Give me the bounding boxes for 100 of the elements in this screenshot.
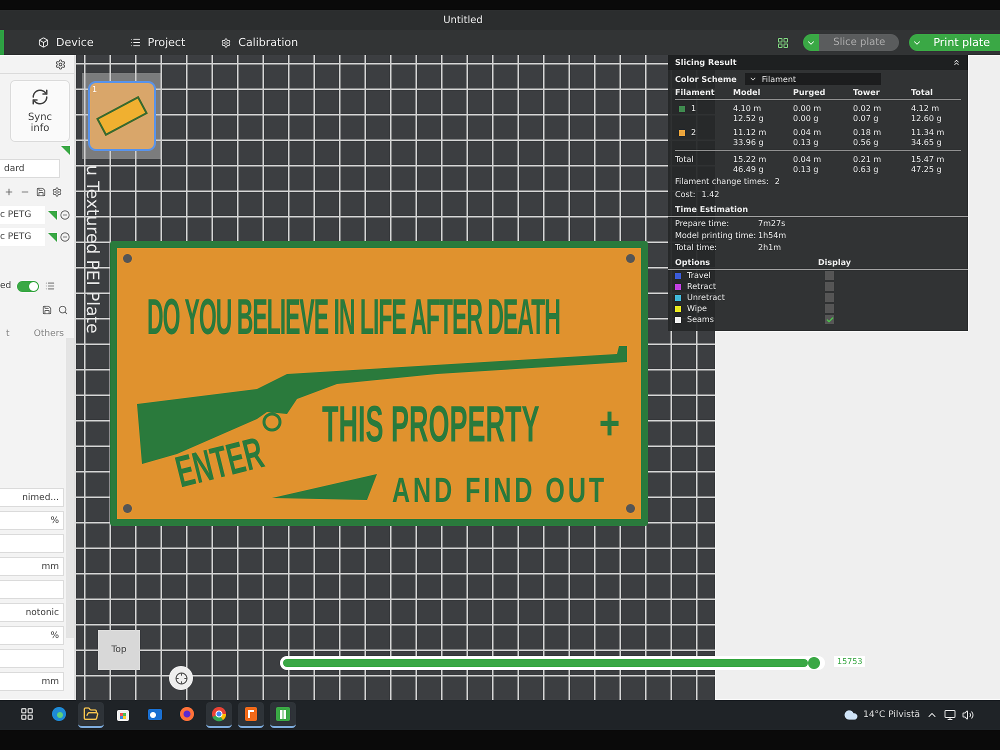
- display-checkbox[interactable]: [825, 304, 834, 313]
- time-value: 1h54m: [758, 231, 788, 240]
- table-cell-text: 0.02 m 0.07 g: [853, 103, 882, 124]
- corner-marker: [48, 232, 57, 242]
- sign-text: ENTER: [170, 426, 269, 500]
- screw-hole: [123, 504, 132, 513]
- option-label: Unretract: [687, 293, 725, 302]
- time-label: Total time:: [675, 243, 718, 252]
- gear-icon: [221, 38, 232, 48]
- browser-icon[interactable]: [179, 706, 195, 722]
- weather-text: 14°C Pilvistä: [863, 710, 920, 720]
- option-label: Wipe: [687, 304, 707, 313]
- cloud-icon: [844, 708, 858, 722]
- time-label: Prepare time:: [675, 219, 730, 228]
- browser-icon[interactable]: [51, 706, 67, 722]
- screw-hole: [626, 504, 635, 513]
- menu-tab[interactable]: Calibration: [203, 30, 316, 55]
- table-cell: 15.22 m 46.49 g: [733, 150, 793, 175]
- dropdown-button[interactable]: [803, 34, 820, 51]
- table-cell-text: 11.12 m 33.96 g: [733, 127, 768, 148]
- collapse-icon[interactable]: [952, 58, 961, 67]
- select-field[interactable]: notonic: [0, 603, 64, 622]
- menu-tab[interactable]: Device: [20, 30, 112, 55]
- mail-icon[interactable]: [147, 706, 163, 722]
- option-label: Travel: [687, 271, 711, 280]
- input-field[interactable]: [0, 649, 64, 668]
- folder-icon[interactable]: [83, 706, 99, 722]
- column-header: Display: [818, 258, 852, 267]
- display-checkbox[interactable]: [825, 293, 834, 302]
- remove-icon[interactable]: [60, 232, 70, 242]
- crosshair-icon: [174, 672, 188, 684]
- input-field[interactable]: [0, 534, 64, 553]
- layout-icon[interactable]: [777, 36, 790, 48]
- slider-thumb[interactable]: [808, 657, 820, 669]
- table-cell-text: 11.34 m 34.65 g: [911, 127, 946, 148]
- option-label: Seams: [687, 315, 714, 324]
- slicer-app-icon[interactable]: [275, 706, 291, 722]
- table-cell-text: 4.12 m 12.60 g: [911, 103, 943, 124]
- cost-value: 1.42: [701, 190, 720, 199]
- filament-preset-select[interactable]: c PETG: [0, 206, 45, 224]
- task-view-icon[interactable]: [20, 707, 34, 721]
- column-header: Options: [675, 258, 712, 267]
- select-field[interactable]: nimed...: [0, 488, 64, 507]
- option-label: Retract: [687, 282, 716, 291]
- toggle-label: ed: [0, 281, 12, 291]
- display-checkbox[interactable]: [825, 282, 834, 291]
- cost-label: Cost:: [675, 190, 696, 199]
- corner-marker: [48, 210, 57, 220]
- sync-info-button[interactable]: Sync info: [10, 80, 70, 142]
- chevron-down-icon: [748, 75, 757, 83]
- column-header: Purged: [793, 88, 853, 100]
- view-cube[interactable]: Top: [98, 630, 140, 670]
- settings-icon[interactable]: [55, 58, 66, 70]
- toggle-switch[interactable]: [17, 280, 40, 292]
- number-field[interactable]: %: [0, 626, 64, 645]
- time-value: 2h1m: [758, 243, 782, 252]
- time-value: 7m27s: [758, 219, 786, 228]
- plate-type-field[interactable]: dard: [0, 159, 60, 178]
- layer-slider[interactable]: [280, 656, 825, 670]
- sign-text: DO YOU BELIEVE IN LIFE AFTER DEATH: [147, 288, 560, 348]
- menu-tab[interactable]: Project: [112, 30, 204, 55]
- number-field[interactable]: mm: [0, 557, 64, 576]
- panel-title: Slicing Result: [675, 58, 737, 67]
- column-header: Total: [911, 88, 961, 100]
- color-scheme-label: Color Scheme: [675, 74, 737, 84]
- list-icon[interactable]: [45, 281, 56, 291]
- table-cell: 15.47 m 47.25 g: [911, 150, 961, 175]
- table-cell-text: 0.00 m 0.00 g: [793, 103, 822, 124]
- monitor-icon[interactable]: [944, 709, 956, 721]
- table-cell-text: 0.04 m 0.13 g: [793, 127, 822, 148]
- save-icon[interactable]: [42, 305, 52, 315]
- sign-text: +: [599, 396, 620, 451]
- volume-icon[interactable]: [962, 709, 974, 721]
- display-checkbox[interactable]: [825, 315, 834, 324]
- number-field[interactable]: %: [0, 511, 64, 530]
- time-label: Model printing time:: [675, 231, 758, 240]
- table-cell: Total: [675, 150, 733, 175]
- section-title: Time Estimation: [675, 205, 750, 214]
- change-times-value: 2: [774, 177, 780, 186]
- color-scheme-select[interactable]: Filament: [744, 73, 881, 85]
- reset-view-button[interactable]: [169, 666, 193, 690]
- table-cell: 0.04 m 0.13 g: [793, 150, 853, 175]
- input-field[interactable]: [0, 580, 64, 599]
- remove-icon[interactable]: [60, 210, 70, 220]
- column-header: Model: [733, 88, 793, 100]
- screw-hole: [123, 254, 132, 263]
- settings-icon[interactable]: [52, 187, 62, 197]
- display-checkbox[interactable]: [825, 271, 834, 280]
- add-icon[interactable]: [4, 187, 14, 197]
- filament-preset-select[interactable]: c PETG: [0, 228, 45, 246]
- change-times-label: Filament change times:: [675, 177, 769, 186]
- number-field[interactable]: mm: [0, 672, 64, 691]
- dropdown-button[interactable]: [909, 34, 926, 51]
- layer-reading: 15753: [834, 656, 866, 667]
- app-icon[interactable]: [243, 706, 259, 722]
- plate-number: 1: [92, 85, 98, 94]
- search-icon[interactable]: [58, 305, 68, 315]
- browser-icon[interactable]: [211, 706, 227, 722]
- plate-name: u Textured PEI Plate: [82, 165, 102, 334]
- table-cell-text: 4.10 m 12.52 g: [733, 103, 765, 124]
